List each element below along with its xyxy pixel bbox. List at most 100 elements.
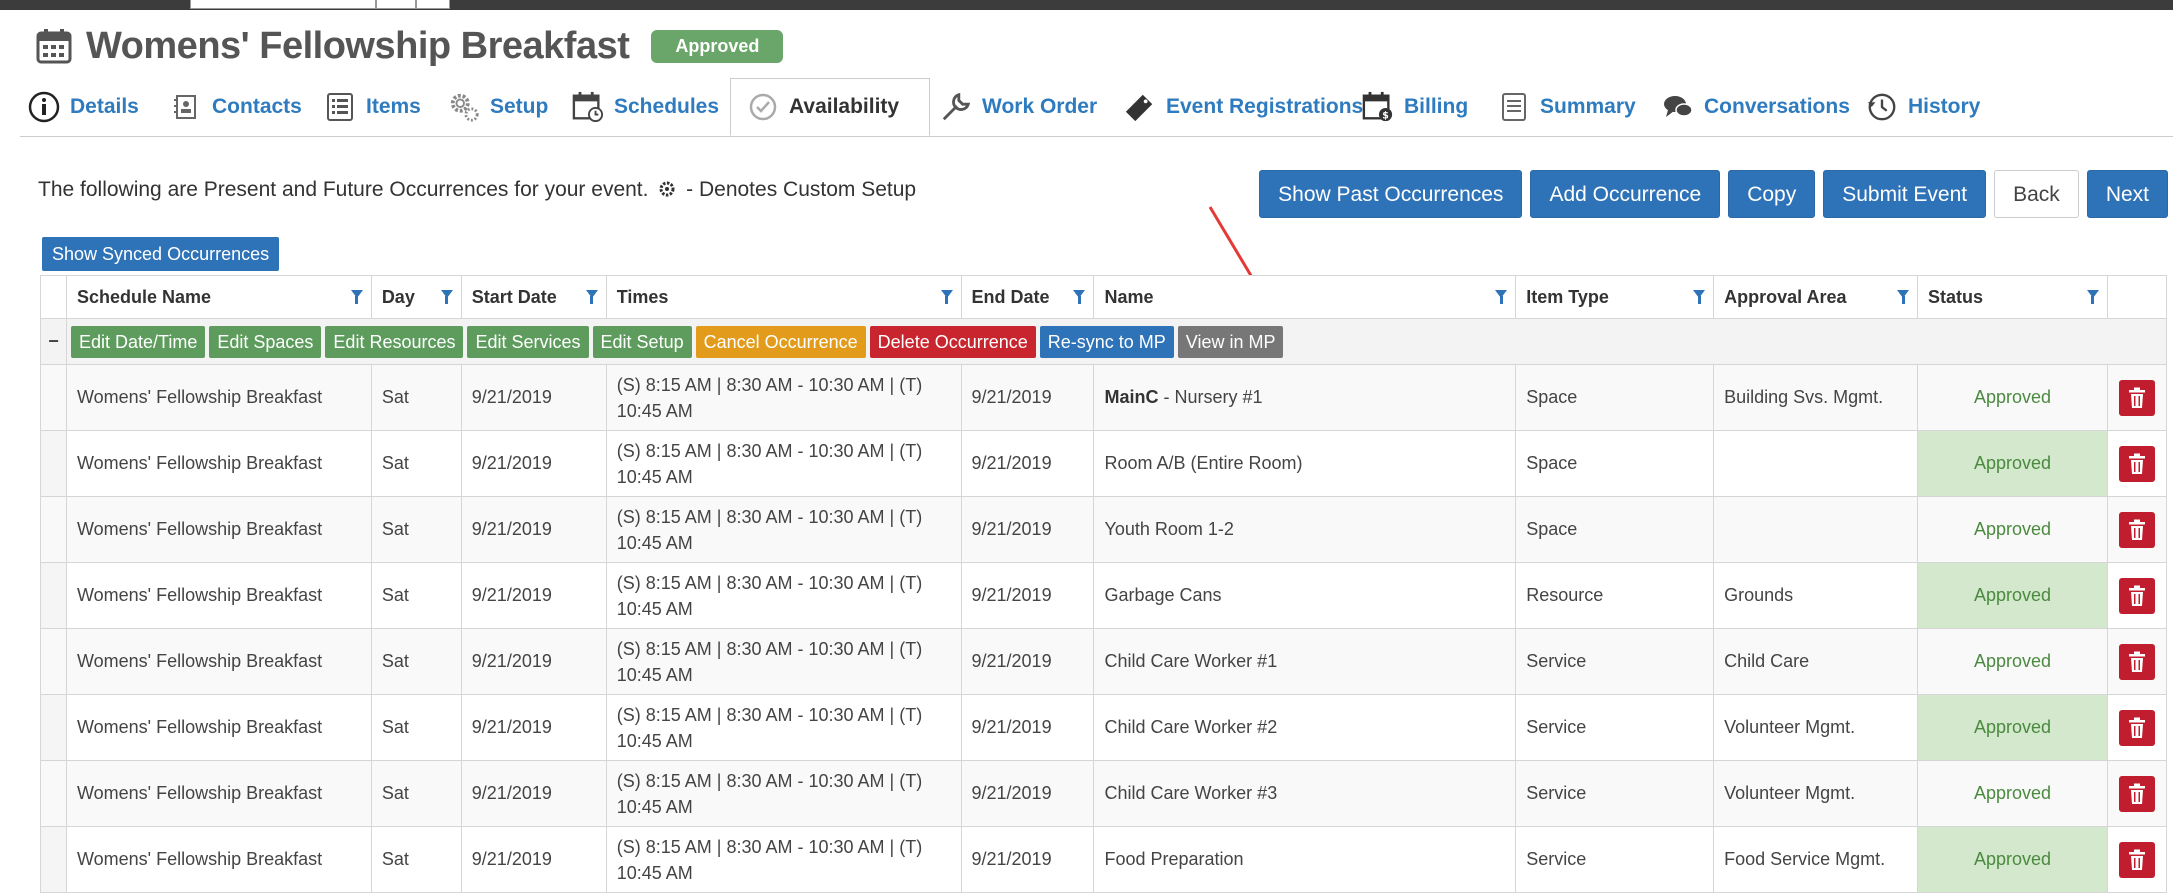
delete-button[interactable] <box>2118 643 2155 680</box>
delete-button[interactable] <box>2118 577 2155 614</box>
cell-item-type: Service <box>1515 628 1715 695</box>
column-start-date[interactable]: Start Date <box>460 275 607 319</box>
edit-services-button[interactable]: Edit Services <box>467 325 589 358</box>
view-in-mp-button[interactable]: View in MP <box>1177 325 1284 358</box>
delete-button[interactable] <box>2118 511 2155 548</box>
cell-delete <box>2106 364 2168 431</box>
collapse-toggle[interactable]: − <box>40 318 67 365</box>
column-approval-area[interactable]: Approval Area <box>1713 275 1919 319</box>
column-status[interactable]: Status <box>1917 275 2108 319</box>
tab-items[interactable]: Items <box>324 78 421 136</box>
delete-button[interactable] <box>2118 379 2155 416</box>
delete-button[interactable] <box>2118 709 2155 746</box>
edit-datetime-button[interactable]: Edit Date/Time <box>70 325 206 358</box>
filter-icon[interactable] <box>2086 290 2099 304</box>
cell-times: (S) 8:15 AM | 8:30 AM - 10:30 AM | (T) 10… <box>605 364 962 431</box>
filter-icon[interactable] <box>585 290 598 304</box>
tab-conversations[interactable]: Conversations <box>1662 78 1850 136</box>
table-header: Schedule Name Day Start Date Times End D… <box>40 275 2168 319</box>
cell-day: Sat <box>370 760 462 827</box>
trash-icon <box>2128 585 2145 606</box>
submit-event-button[interactable]: Submit Event <box>1823 170 1987 218</box>
cell-item-type: Space <box>1515 430 1715 497</box>
table-row[interactable]: Womens' Fellowship Breakfast Sat 9/21/2019… <box>40 562 2168 629</box>
tab-billing[interactable]: $ Billing <box>1362 78 1468 136</box>
times-line-2: 10:45 AM <box>616 532 693 553</box>
filter-icon[interactable] <box>1897 290 1910 304</box>
delete-button[interactable] <box>2118 445 2155 482</box>
cell-approval-area: Child Care <box>1713 628 1919 695</box>
column-label: Times <box>616 286 669 307</box>
filter-icon[interactable] <box>1073 290 1086 304</box>
page-title: Womens' Fellowship Breakfast <box>86 24 630 67</box>
filter-icon[interactable] <box>440 290 453 304</box>
cell-times: (S) 8:15 AM | 8:30 AM - 10:30 AM | (T) 10… <box>605 694 962 761</box>
calendar-icon <box>36 29 72 64</box>
table-row[interactable]: Womens' Fellowship Breakfast Sat 9/21/2019… <box>40 628 2168 695</box>
times-line-1: (S) 8:15 AM | 8:30 AM - 10:30 AM | (T) <box>616 836 923 857</box>
column-times[interactable]: Times <box>605 275 962 319</box>
cell-times: (S) 8:15 AM | 8:30 AM - 10:30 AM | (T) 10… <box>605 562 962 629</box>
delete-occurrence-button[interactable]: Delete Occurrence <box>869 325 1036 358</box>
filter-icon[interactable] <box>1693 290 1706 304</box>
tab-event-registrations[interactable]: Event Registrations <box>1124 78 1363 136</box>
browser-top-bar <box>0 0 2173 10</box>
next-button[interactable]: Next <box>2086 170 2168 218</box>
list-icon <box>324 91 356 123</box>
row-gutter <box>40 364 67 431</box>
tab-summary[interactable]: Summary <box>1498 78 1636 136</box>
cell-times: (S) 8:15 AM | 8:30 AM - 10:30 AM | (T) 10… <box>605 430 962 497</box>
delete-button[interactable] <box>2118 775 2155 812</box>
edit-resources-button[interactable]: Edit Resources <box>325 325 464 358</box>
tab-details[interactable]: Details <box>28 78 139 136</box>
resync-mp-button[interactable]: Re-sync to MP <box>1039 325 1174 358</box>
cell-status: Approved <box>1917 826 2108 893</box>
show-synced-occurrences-button[interactable]: Show Synced Occurrences <box>42 237 280 271</box>
tab-availability[interactable]: Availability <box>730 78 930 136</box>
times-line-1: (S) 8:15 AM | 8:30 AM - 10:30 AM | (T) <box>616 572 923 593</box>
delete-button[interactable] <box>2118 841 2155 878</box>
tab-work-order[interactable]: Work Order <box>940 78 1097 136</box>
tab-history[interactable]: History <box>1866 78 1980 136</box>
tab-contacts[interactable]: Contacts <box>170 78 302 136</box>
cell-end-date: 9/21/2019 <box>960 562 1095 629</box>
copy-button[interactable]: Copy <box>1728 170 1816 218</box>
filter-icon[interactable] <box>1495 290 1508 304</box>
filter-icon[interactable] <box>350 290 363 304</box>
table-row[interactable]: Womens' Fellowship Breakfast Sat 9/21/2019… <box>40 430 2168 497</box>
cell-delete <box>2106 760 2168 827</box>
column-day[interactable]: Day <box>370 275 462 319</box>
filter-icon[interactable] <box>940 290 953 304</box>
times-line-2: 10:45 AM <box>616 796 693 817</box>
show-past-occurrences-button[interactable]: Show Past Occurrences <box>1259 170 1523 218</box>
cell-day: Sat <box>370 628 462 695</box>
table-row[interactable]: Womens' Fellowship Breakfast Sat 9/21/2019… <box>40 364 2168 431</box>
cancel-occurrence-button[interactable]: Cancel Occurrence <box>695 325 866 358</box>
table-row[interactable]: Womens' Fellowship Breakfast Sat 9/21/2019… <box>40 694 2168 761</box>
column-name[interactable]: Name <box>1093 275 1517 319</box>
edit-setup-button[interactable]: Edit Setup <box>592 325 692 358</box>
cell-approval-area <box>1713 496 1919 563</box>
cell-delete <box>2106 826 2168 893</box>
tab-setup[interactable]: Setup <box>448 78 548 136</box>
edit-spaces-button[interactable]: Edit Spaces <box>209 325 322 358</box>
column-schedule-name[interactable]: Schedule Name <box>65 275 372 319</box>
cell-delete <box>2106 430 2168 497</box>
tab-schedules[interactable]: Schedules <box>572 78 719 136</box>
group-action-row: − Edit Date/Time Edit Spaces Edit Resour… <box>40 318 2168 365</box>
column-item-type[interactable]: Item Type <box>1515 275 1715 319</box>
table-row[interactable]: Womens' Fellowship Breakfast Sat 9/21/2019… <box>40 760 2168 827</box>
back-button[interactable]: Back <box>1994 170 2079 218</box>
table-row[interactable]: Womens' Fellowship Breakfast Sat 9/21/2019… <box>40 496 2168 563</box>
cell-status: Approved <box>1917 628 2108 695</box>
table-row[interactable]: Womens' Fellowship Breakfast Sat 9/21/2019… <box>40 826 2168 893</box>
column-end-date[interactable]: End Date <box>960 275 1095 319</box>
cell-status: Approved <box>1917 364 2108 431</box>
cell-status: Approved <box>1917 760 2108 827</box>
name-text: Room A/B (Entire Room) <box>1104 453 1303 473</box>
tab-label: Summary <box>1540 95 1636 118</box>
add-occurrence-button[interactable]: Add Occurrence <box>1530 170 1721 218</box>
gears-icon <box>448 91 480 123</box>
cell-name: Child Care Worker #2 <box>1093 694 1517 761</box>
times-line-2: 10:45 AM <box>616 598 693 619</box>
